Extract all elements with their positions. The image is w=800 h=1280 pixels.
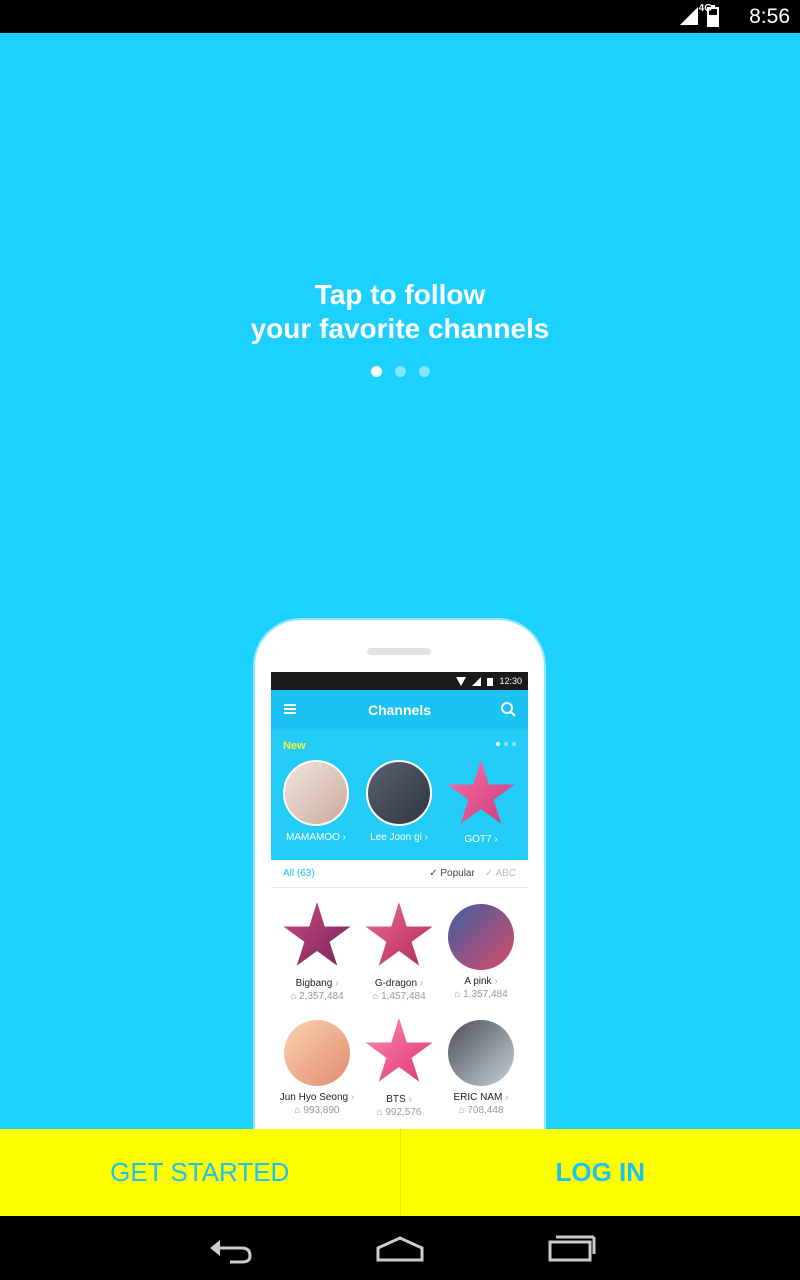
menu-icon xyxy=(284,704,296,714)
sort-popular: ✓ Popular xyxy=(429,868,475,879)
channel-star-avatar xyxy=(447,760,515,824)
signal-icon xyxy=(472,676,482,686)
channel-cell: G-dragon › ⌂ 1,457,484 xyxy=(359,902,439,1002)
sort-popular-label: Popular xyxy=(440,868,475,879)
page-dot[interactable] xyxy=(394,366,406,377)
sort-abc-label: ABC xyxy=(495,868,516,879)
channel-cell: A pink › ⌂ 1,357,484 xyxy=(441,902,521,1000)
search-icon xyxy=(501,702,516,717)
mini-page-indicator xyxy=(496,742,516,746)
recent-apps-icon[interactable] xyxy=(546,1232,596,1264)
signal-icon xyxy=(680,7,698,25)
phone-mockup: 12:30 Channels New MAMAMOO › Lee Joon gi… xyxy=(255,620,544,1142)
filter-bar: All (63) ✓ Popular ✓ ABC xyxy=(271,860,528,888)
battery-icon xyxy=(707,5,719,27)
channel-name: BTS xyxy=(386,1094,406,1105)
page-dot[interactable] xyxy=(418,366,430,377)
channel-star-avatar xyxy=(365,1018,433,1082)
headline-line-1: Tap to follow xyxy=(314,279,486,310)
channel-avatar xyxy=(283,760,349,826)
new-channels-section: New MAMAMOO › Lee Joon gi › GOT7 › xyxy=(271,730,528,860)
channel-name: GOT7 xyxy=(464,834,492,845)
new-channel-item: GOT7 › xyxy=(441,760,521,845)
status-icons xyxy=(678,5,720,27)
channel-name: A pink xyxy=(464,976,492,987)
battery-icon xyxy=(487,677,494,686)
mockup-title: Channels xyxy=(367,702,431,718)
back-icon[interactable] xyxy=(206,1232,254,1264)
get-started-button[interactable]: GET STARTED xyxy=(0,1129,400,1216)
log-in-button[interactable]: LOG IN xyxy=(399,1129,800,1216)
action-bar: GET STARTED LOG IN xyxy=(0,1129,800,1216)
channel-cell: BTS › ⌂ 992,576 xyxy=(359,1018,439,1118)
follower-count: ⌂ 993,890 xyxy=(294,1105,340,1116)
home-icon[interactable] xyxy=(374,1232,426,1264)
phone-speaker xyxy=(367,648,431,655)
channel-avatar xyxy=(448,904,514,970)
follower-count: ⌂ 2,357,484 xyxy=(290,991,344,1002)
channel-cell: Jun Hyo Seong › ⌂ 993,890 xyxy=(277,1018,357,1116)
new-channel-item: MAMAMOO › xyxy=(276,760,356,843)
mockup-clock: 12:30 xyxy=(499,676,522,686)
page-dot[interactable] xyxy=(370,366,382,377)
channel-name: Bigbang xyxy=(295,978,333,989)
channel-cell: ERIC NAM › ⌂ 708,448 xyxy=(441,1018,521,1116)
follower-count: ⌂ 708,448 xyxy=(458,1105,504,1116)
channel-name: MAMAMOO xyxy=(286,832,340,843)
channel-name: ERIC NAM xyxy=(453,1092,503,1103)
channel-star-avatar xyxy=(283,902,351,966)
channel-star-avatar xyxy=(365,902,433,966)
follower-count: ⌂ 992,576 xyxy=(376,1107,422,1118)
channel-name: Lee Joon gi xyxy=(370,832,422,843)
all-count: All (63) xyxy=(283,868,315,879)
navigation-bar xyxy=(0,1216,800,1280)
phone-screen: 12:30 Channels New MAMAMOO › Lee Joon gi… xyxy=(271,672,528,1142)
follower-count: ⌂ 1,457,484 xyxy=(372,991,426,1002)
channel-avatar xyxy=(448,1020,514,1086)
channel-name: Jun Hyo Seong xyxy=(279,1092,349,1103)
channel-avatar xyxy=(284,1020,350,1086)
status-bar: 4G 8:56 xyxy=(0,0,800,33)
mockup-status-bar: 12:30 xyxy=(271,672,528,690)
sort-abc: ✓ ABC xyxy=(484,868,516,879)
clock: 8:56 xyxy=(749,5,790,28)
wifi-icon xyxy=(456,676,467,686)
follower-count: ⌂ 1,357,484 xyxy=(454,989,508,1000)
new-channel-item: Lee Joon gi › xyxy=(359,760,439,843)
channel-cell: Bigbang › ⌂ 2,357,484 xyxy=(277,902,357,1002)
channel-name: G-dragon xyxy=(374,978,418,989)
mockup-app-bar: Channels xyxy=(271,690,528,730)
channel-avatar xyxy=(366,760,432,826)
page-indicator xyxy=(0,366,800,377)
new-label: New xyxy=(283,740,306,752)
onboarding-headline: Tap to follow your favorite channels xyxy=(0,278,800,346)
headline-line-2: your favorite channels xyxy=(250,313,550,344)
